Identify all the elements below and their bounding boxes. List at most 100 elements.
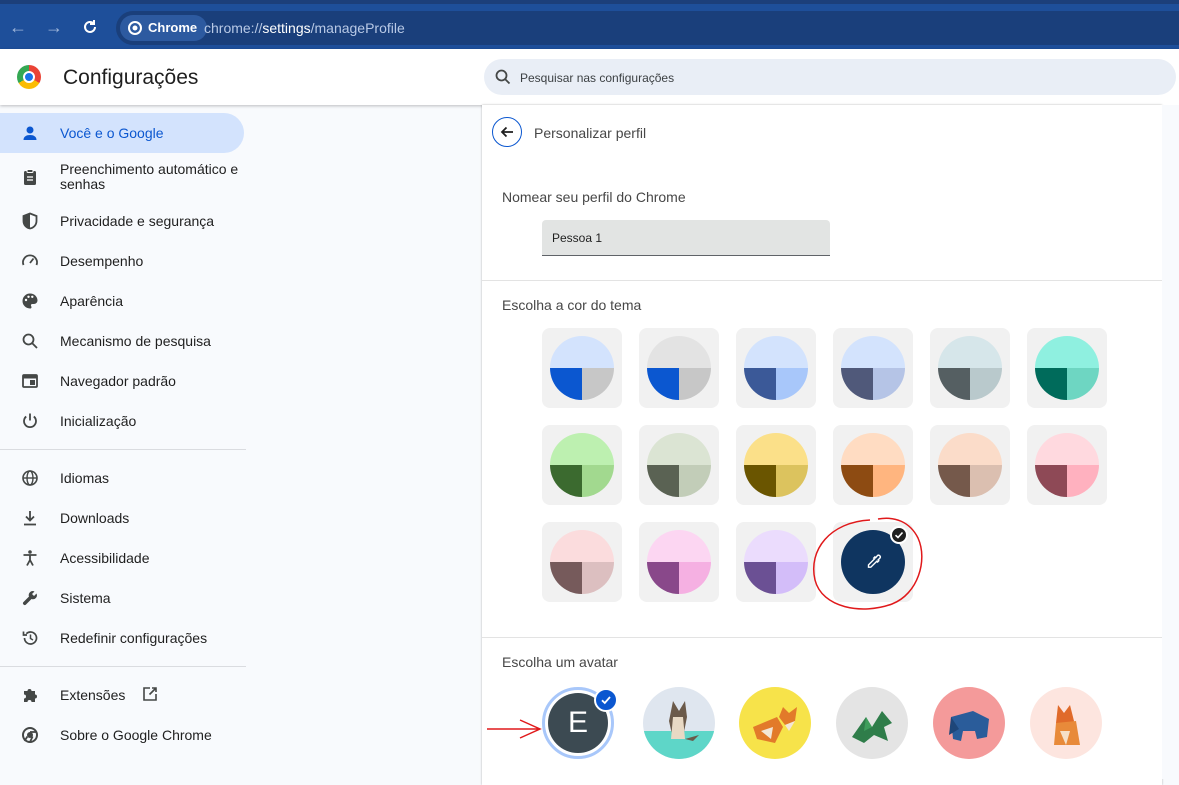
sidebar-item-appearance[interactable]: Aparência — [0, 281, 244, 321]
sidebar-item-performance[interactable]: Desempenho — [0, 241, 244, 281]
theme-color-primary — [938, 465, 970, 497]
theme-color-top — [1035, 336, 1099, 368]
theme-color-top — [938, 433, 1002, 465]
theme-color-swatch[interactable] — [833, 425, 913, 505]
sidebar-item-search-engine[interactable]: Mecanismo de pesquisa — [0, 321, 244, 361]
theme-color-primary — [744, 368, 776, 400]
theme-color-top — [550, 530, 614, 562]
avatar-origami-fox-2[interactable] — [1030, 687, 1102, 759]
sidebar-item-privacy[interactable]: Privacidade e segurança — [0, 201, 244, 241]
theme-color-top — [1035, 433, 1099, 465]
sidebar-item-label: Navegador padrão — [60, 372, 176, 389]
theme-color-swatch[interactable] — [1027, 425, 1107, 505]
theme-color-secondary — [873, 465, 905, 497]
theme-color-swatch[interactable] — [736, 425, 816, 505]
sidebar: Você e o Google Preenchimento automático… — [0, 105, 246, 779]
sidebar-item-languages[interactable]: Idiomas — [0, 458, 244, 498]
custom-color-swatch[interactable] — [833, 522, 913, 602]
theme-color-top — [841, 433, 905, 465]
back-arrow-icon[interactable]: ← — [4, 13, 32, 41]
avatar-origami-fox[interactable] — [739, 687, 811, 759]
theme-color-primary — [550, 465, 582, 497]
theme-color-swatch[interactable] — [542, 425, 622, 505]
search-input[interactable] — [518, 59, 1122, 97]
sidebar-item-reset[interactable]: Redefinir configurações — [0, 618, 244, 658]
theme-color-swatch[interactable] — [542, 328, 622, 408]
download-icon — [20, 508, 40, 528]
theme-color-top — [744, 530, 808, 562]
sidebar-item-label: Sistema — [60, 589, 111, 606]
sidebar-item-autofill[interactable]: Preenchimento automático e senhas — [0, 155, 244, 199]
theme-color-primary — [647, 368, 679, 400]
section-divider — [482, 280, 1162, 281]
theme-color-circle — [647, 336, 711, 400]
sidebar-item-default-browser[interactable]: Navegador padrão — [0, 361, 244, 401]
theme-color-swatch[interactable] — [639, 425, 719, 505]
profile-name-input[interactable] — [542, 220, 830, 256]
theme-color-swatch[interactable] — [930, 425, 1010, 505]
theme-color-top — [938, 336, 1002, 368]
origami-dragon-icon — [852, 711, 892, 743]
sidebar-item-label: Downloads — [60, 509, 130, 526]
theme-color-swatch[interactable] — [736, 328, 816, 408]
search-icon — [20, 331, 40, 351]
theme-color-secondary — [776, 465, 808, 497]
search-icon — [495, 69, 511, 85]
url-host: settings — [262, 20, 311, 36]
theme-color-secondary — [1067, 465, 1099, 497]
forward-arrow-icon[interactable]: → — [40, 13, 68, 41]
theme-color-swatch[interactable] — [833, 328, 913, 408]
sidebar-item-system[interactable]: Sistema — [0, 578, 244, 618]
theme-color-top — [647, 336, 711, 368]
theme-color-primary — [647, 465, 679, 497]
settings-search[interactable] — [484, 59, 1176, 97]
theme-color-primary — [647, 562, 679, 594]
theme-color-swatch[interactable] — [1027, 328, 1107, 408]
theme-color-swatch[interactable] — [639, 522, 719, 602]
theme-color-primary — [744, 562, 776, 594]
theme-color-secondary — [970, 465, 1002, 497]
back-button[interactable] — [492, 117, 522, 147]
chrome-site-chip[interactable]: Chrome — [120, 15, 208, 41]
sidebar-item-you-and-google[interactable]: Você e o Google — [0, 113, 244, 153]
chrome-icon — [128, 21, 142, 35]
sidebar-item-startup[interactable]: Inicialização — [0, 401, 244, 441]
theme-color-label: Escolha a cor do tema — [502, 297, 642, 313]
theme-color-secondary — [679, 368, 711, 400]
sidebar-item-label: Acessibilidade — [60, 549, 150, 566]
card-title: Personalizar perfil — [534, 125, 647, 141]
theme-color-swatch[interactable] — [542, 522, 622, 602]
address-bar[interactable]: Chrome chrome://settings/manageProfile — [116, 11, 1179, 45]
browser-window-icon — [20, 371, 40, 391]
theme-color-top — [841, 336, 905, 368]
theme-color-circle — [647, 433, 711, 497]
sidebar-item-label: Privacidade e segurança — [60, 212, 215, 229]
theme-color-circle — [550, 530, 614, 594]
avatar-origami-cat[interactable] — [643, 687, 715, 759]
speedometer-icon — [20, 251, 40, 271]
avatar-origami-elephant[interactable] — [933, 687, 1005, 759]
theme-color-secondary — [679, 562, 711, 594]
theme-color-primary — [938, 368, 970, 400]
sidebar-item-accessibility[interactable]: Acessibilidade — [0, 538, 244, 578]
reload-icon[interactable] — [76, 13, 104, 41]
sidebar-item-label: Mecanismo de pesquisa — [60, 332, 211, 349]
theme-color-circle — [647, 530, 711, 594]
avatar-origami-dragon[interactable] — [836, 687, 908, 759]
sidebar-item-extensions[interactable]: Extensões — [0, 675, 244, 715]
theme-color-secondary — [873, 368, 905, 400]
sidebar-item-label: Você e o Google — [60, 124, 164, 141]
theme-color-primary — [550, 368, 582, 400]
origami-cat-icon — [643, 701, 715, 759]
sidebar-item-downloads[interactable]: Downloads — [0, 498, 244, 538]
theme-color-swatch[interactable] — [736, 522, 816, 602]
sidebar-item-label: Extensões — [60, 686, 126, 703]
url-text[interactable]: chrome://settings/manageProfile — [204, 11, 405, 45]
theme-color-swatch[interactable] — [930, 328, 1010, 408]
section-divider — [482, 637, 1162, 638]
theme-color-swatch[interactable] — [639, 328, 719, 408]
page-scrollbar[interactable] — [1162, 105, 1179, 779]
theme-color-circle — [1035, 433, 1099, 497]
theme-color-top — [550, 336, 614, 368]
sidebar-item-about-chrome[interactable]: Sobre o Google Chrome — [0, 715, 244, 755]
